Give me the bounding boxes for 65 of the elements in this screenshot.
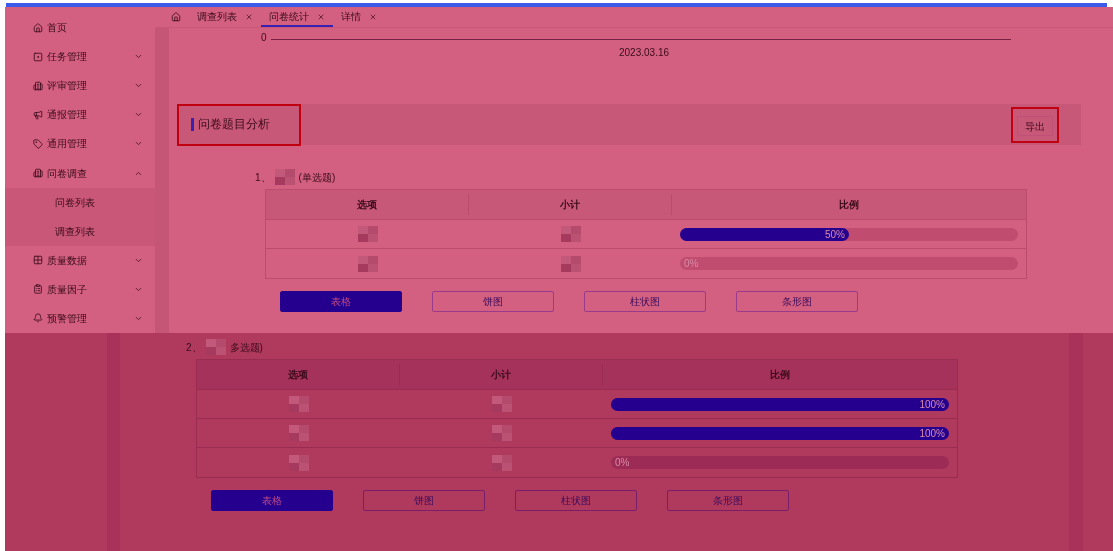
column-header: 比例 <box>839 198 859 212</box>
percent-label: 0% <box>615 456 630 469</box>
view-toggle-button[interactable]: 条形图 <box>667 490 789 511</box>
tag-icon <box>33 138 43 149</box>
sidebar-item[interactable]: 预警管理 <box>5 303 155 334</box>
close-icon <box>245 12 253 21</box>
export-button[interactable]: 导出 <box>1017 116 1053 136</box>
column-header: 小计 <box>560 198 580 212</box>
percent-label: 100% <box>919 397 946 411</box>
redaction-mosaic <box>288 454 309 471</box>
section-title: 问卷题目分析 <box>191 118 270 131</box>
column-header: 小计 <box>491 368 511 382</box>
redaction-mosaic <box>288 396 309 412</box>
redaction-mosaic <box>205 339 226 355</box>
page-tab[interactable]: 调查列表 <box>189 8 261 27</box>
percent-label: 50% <box>825 227 846 241</box>
sidebar-item[interactable]: 质量数据 <box>5 245 155 275</box>
question-number: 2、 <box>186 340 202 355</box>
megaphone-icon <box>33 109 43 120</box>
view-toggle-button[interactable]: 饼图 <box>363 490 485 511</box>
view-toggle-button[interactable]: 柱状图 <box>584 291 706 312</box>
redaction-mosaic <box>357 255 378 272</box>
redaction-mosaic <box>560 226 581 242</box>
view-toggle-button[interactable]: 饼图 <box>432 291 554 312</box>
view-toggle-button[interactable]: 柱状图 <box>515 490 637 511</box>
view-toggle-button[interactable]: 条形图 <box>736 291 858 312</box>
page-tab[interactable]: 问卷统计 <box>261 8 333 27</box>
redaction-mosaic <box>491 454 512 471</box>
sidebar-item[interactable]: 通用管理 <box>5 129 155 159</box>
sidebar-item[interactable]: 通报管理 <box>5 100 155 130</box>
redaction-mosaic <box>491 425 512 441</box>
redaction-mosaic <box>274 169 295 185</box>
close-icon <box>317 12 325 21</box>
sidebar-item[interactable]: 评审管理 <box>5 71 155 101</box>
sidebar-item[interactable]: 质量因子 <box>5 274 155 304</box>
column-header: 选项 <box>357 198 377 212</box>
question-type: 多选题) <box>229 340 263 355</box>
home-icon <box>33 22 43 33</box>
submenu-item[interactable]: 问卷列表 <box>5 187 155 217</box>
home-icon <box>171 11 181 22</box>
redaction-mosaic <box>491 396 512 412</box>
building-icon <box>33 80 43 91</box>
question-type: (单选题) <box>298 170 336 185</box>
submenu-item[interactable]: 调查列表 <box>5 216 155 246</box>
redaction-mosaic <box>288 425 309 441</box>
timeline-date: 2023.03.16 <box>619 46 671 60</box>
view-toggle-button[interactable]: 表格 <box>280 291 402 312</box>
grid-icon <box>33 255 43 266</box>
building-icon <box>33 168 43 178</box>
percent-label: 100% <box>919 426 946 440</box>
square-icon <box>33 51 43 62</box>
clipboard-icon <box>33 284 43 295</box>
column-header: 比例 <box>770 368 790 382</box>
page-tab[interactable]: 详情 <box>333 8 385 27</box>
sidebar-item[interactable]: 问卷调查 <box>5 158 155 188</box>
question-number: 1、 <box>255 170 271 185</box>
redaction-mosaic <box>560 255 581 272</box>
bell-icon <box>33 313 43 324</box>
sidebar-item[interactable]: 任务管理 <box>5 42 155 72</box>
column-header: 选项 <box>288 368 308 382</box>
axis-label: 0 <box>261 31 267 45</box>
close-icon <box>369 12 377 21</box>
redaction-mosaic <box>357 226 378 242</box>
view-toggle-button[interactable]: 表格 <box>211 490 333 511</box>
sidebar-item[interactable]: 首页 <box>5 13 155 43</box>
